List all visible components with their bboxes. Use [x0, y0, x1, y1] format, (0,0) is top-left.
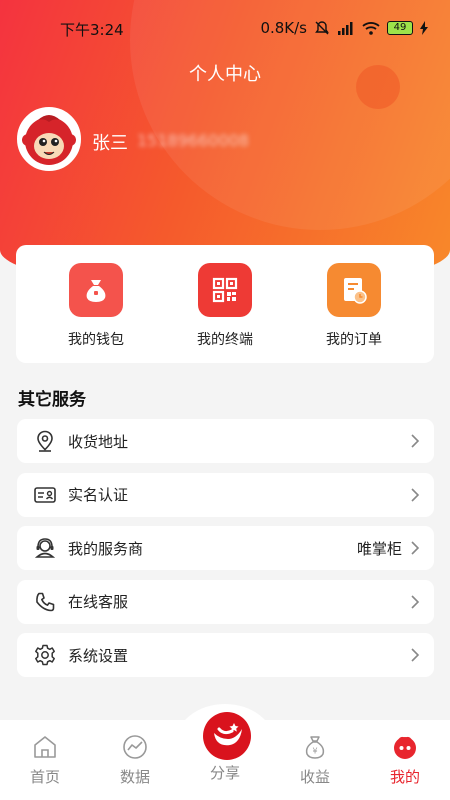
tab-data[interactable]: 数据: [105, 734, 165, 787]
phone-icon: [34, 591, 56, 613]
network-speed: 0.8K/s: [260, 19, 307, 37]
chevron-right-icon: [411, 594, 420, 609]
avatar[interactable]: [17, 107, 81, 171]
tab-share[interactable]: 分享: [195, 756, 255, 783]
user-phone: 15189660008: [137, 131, 249, 150]
svg-text:¥: ¥: [312, 747, 317, 756]
quick-action-label: 我的钱包: [68, 332, 124, 348]
tab-label: 数据: [119, 768, 150, 786]
status-bar: 下午3:24 0.8K/s 49: [0, 0, 450, 56]
chevron-right-icon: [411, 434, 420, 448]
service-agent-icon: [34, 537, 56, 559]
quick-action-label: 我的订单: [326, 332, 382, 348]
service-label: 系统设置: [68, 646, 129, 665]
service-label: 在线客服: [68, 593, 129, 611]
monkey-mascot-icon: [22, 115, 76, 165]
quick-action-order[interactable]: 我的订单: [294, 245, 414, 363]
service-item-provider[interactable]: 我的服务商 唯掌柜: [17, 526, 434, 570]
signal-icon: [338, 22, 353, 35]
page-title: 个人中心: [189, 64, 261, 85]
tab-earnings[interactable]: ¥ 收益: [285, 734, 345, 787]
user-name: 张三: [92, 133, 128, 154]
tab-mine[interactable]: 我的: [375, 734, 435, 787]
tab-home[interactable]: 首页: [15, 734, 75, 787]
service-label: 我的服务商: [68, 539, 144, 558]
status-indicators: 0.8K/s 49: [260, 19, 428, 37]
tab-label: 收益: [299, 768, 330, 786]
service-item-address[interactable]: 收货地址: [17, 419, 434, 463]
gear-icon: [34, 644, 56, 666]
share-logo-icon[interactable]: [203, 712, 251, 760]
chevron-right-icon: [411, 541, 420, 555]
tab-label: 我的: [389, 768, 420, 786]
tab-label: 分享: [209, 764, 240, 782]
location-pin-icon: [34, 430, 56, 452]
section-title: 其它服务: [18, 390, 86, 410]
service-item-verification[interactable]: 实名认证: [17, 472, 434, 517]
id-card-icon: [34, 484, 56, 506]
order-doc-icon: [327, 263, 381, 317]
quick-action-terminal[interactable]: 我的终端: [165, 245, 285, 363]
wallet-bag-icon: [69, 263, 123, 317]
quick-actions-card: 我的钱包 我的终端 我的订单: [16, 245, 434, 363]
chevron-right-icon: [411, 487, 420, 502]
quick-action-label: 我的终端: [197, 332, 253, 348]
service-label: 实名认证: [68, 486, 129, 504]
home-icon: [34, 736, 56, 758]
service-label: 收货地址: [68, 432, 129, 451]
wifi-icon: [362, 22, 380, 35]
tab-label: 首页: [29, 768, 60, 786]
chevron-right-icon: [411, 648, 420, 662]
charging-icon: [420, 21, 428, 35]
battery-indicator: 49: [387, 21, 413, 35]
service-value: 唯掌柜: [356, 539, 402, 558]
money-bag-icon: ¥: [305, 736, 325, 759]
profile-icon: [394, 736, 416, 759]
bottom-tabbar: 首页 数据 分享 ¥ 收益 我的: [0, 704, 450, 800]
qr-code-icon: [198, 263, 252, 317]
service-item-settings[interactable]: 系统设置: [17, 633, 434, 677]
quick-action-wallet[interactable]: 我的钱包: [36, 245, 156, 363]
chart-icon: [123, 735, 147, 759]
status-time: 下午3:24: [60, 21, 124, 39]
mute-bell-icon: [315, 21, 329, 35]
service-list: 收货地址 实名认证 我的服务商 唯掌柜 在线客服 系统设置: [17, 419, 434, 687]
service-item-support[interactable]: 在线客服: [17, 579, 434, 624]
